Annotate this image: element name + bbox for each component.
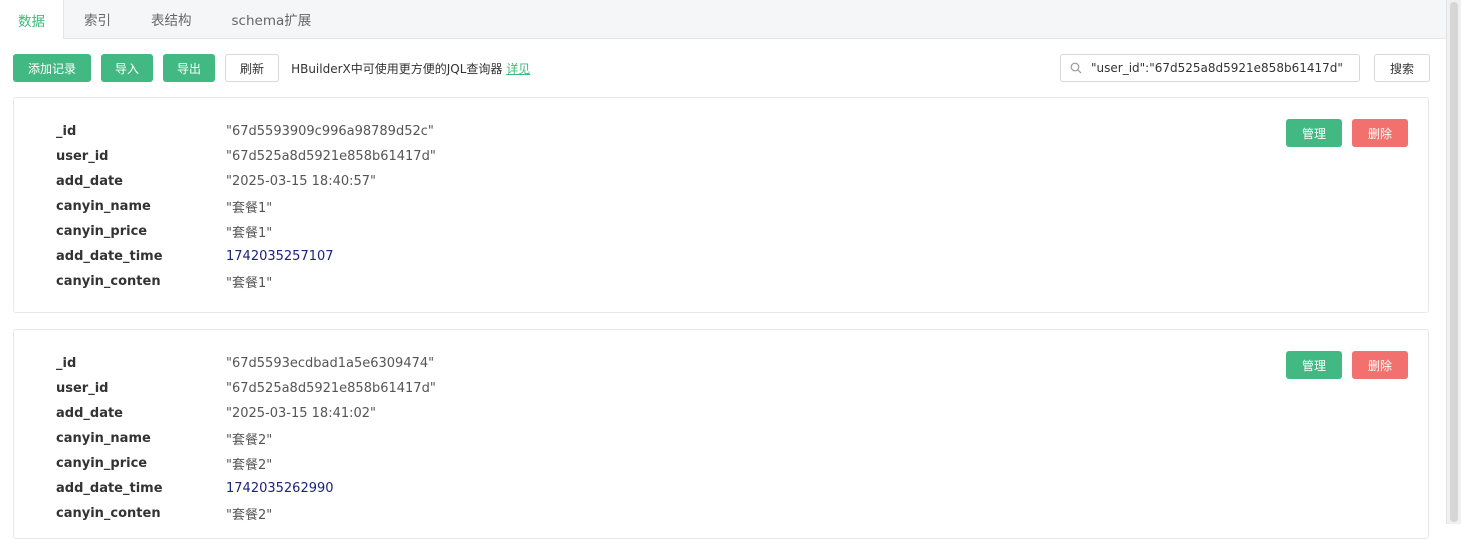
manage-button[interactable]: 管理 <box>1286 119 1342 147</box>
delete-button[interactable]: 删除 <box>1352 351 1408 379</box>
search-box <box>1060 54 1360 82</box>
field-value: "套餐1" <box>226 226 273 241</box>
field-value: "套餐2" <box>226 458 273 473</box>
record-fields: _id "67d5593909c996a98789d52c" user_id "… <box>56 119 436 294</box>
search-input[interactable] <box>1091 61 1359 75</box>
tab-data[interactable]: 数据 <box>0 0 64 39</box>
field-key: user_id <box>56 381 109 396</box>
field-row: canyin_price "套餐2" <box>56 451 436 476</box>
export-button[interactable]: 导出 <box>163 54 216 82</box>
record-actions: 管理 删除 <box>1286 119 1408 147</box>
field-row: canyin_name "套餐2" <box>56 426 436 451</box>
field-key: canyin_conten <box>56 506 161 521</box>
field-row: user_id "67d525a8d5921e858b61417d" <box>56 144 436 169</box>
field-row: canyin_price "套餐1" <box>56 219 436 244</box>
field-value: "套餐1" <box>226 201 273 216</box>
field-key: add_date <box>56 406 123 421</box>
field-row: add_date "2025-03-15 18:41:02" <box>56 401 436 426</box>
field-key: canyin_name <box>56 431 151 446</box>
field-key: add_date_time <box>56 481 163 496</box>
field-row: add_date_time 1742035257107 <box>56 244 436 269</box>
field-value-number: 1742035262990 <box>226 481 334 496</box>
field-row: user_id "67d525a8d5921e858b61417d" <box>56 376 436 401</box>
field-key: canyin_price <box>56 224 148 239</box>
search-icon <box>1061 62 1091 74</box>
field-row: _id "67d5593ecdbad1a5e6309474" <box>56 351 436 376</box>
field-key: _id <box>56 124 77 139</box>
refresh-button[interactable]: 刷新 <box>225 54 280 82</box>
field-row: _id "67d5593909c996a98789d52c" <box>56 119 436 144</box>
field-value: "67d525a8d5921e858b61417d" <box>226 149 436 164</box>
field-value: "套餐2" <box>226 433 273 448</box>
field-value: "套餐1" <box>226 276 273 291</box>
manage-button[interactable]: 管理 <box>1286 351 1342 379</box>
record-card: _id "67d5593909c996a98789d52c" user_id "… <box>13 97 1429 313</box>
record-actions: 管理 删除 <box>1286 351 1408 379</box>
toolbar: 添加记录 导入 导出 刷新 HBuilderX中可使用更方便的JQL查询器 详见 <box>13 54 530 82</box>
vertical-scrollbar[interactable] <box>1446 0 1461 524</box>
tab-bar: 数据 索引 表结构 schema扩展 <box>0 0 1446 39</box>
field-value: "2025-03-15 18:40:57" <box>226 174 377 189</box>
scrollbar-thumb[interactable] <box>1450 2 1458 522</box>
delete-button[interactable]: 删除 <box>1352 119 1408 147</box>
field-row: add_date_time 1742035262990 <box>56 476 436 501</box>
field-row: canyin_name "套餐1" <box>56 194 436 219</box>
field-key: add_date <box>56 174 123 189</box>
field-value: "67d525a8d5921e858b61417d" <box>226 381 436 396</box>
jql-hint-text: HBuilderX中可使用更方便的JQL查询器 <box>291 61 503 76</box>
field-key: _id <box>56 356 77 371</box>
field-row: add_date "2025-03-15 18:40:57" <box>56 169 436 194</box>
search-button[interactable]: 搜索 <box>1374 54 1430 82</box>
jql-details-link[interactable]: 详见 <box>506 62 530 76</box>
field-key: canyin_price <box>56 456 148 471</box>
tab-schema-extension[interactable]: schema扩展 <box>212 0 332 38</box>
field-key: canyin_name <box>56 199 151 214</box>
field-value: "67d5593ecdbad1a5e6309474" <box>226 356 435 371</box>
add-record-button[interactable]: 添加记录 <box>13 54 92 82</box>
field-value: "67d5593909c996a98789d52c" <box>226 124 434 139</box>
field-key: add_date_time <box>56 249 163 264</box>
jql-hint: HBuilderX中可使用更方便的JQL查询器 详见 <box>291 60 530 77</box>
field-row: canyin_conten "套餐1" <box>56 269 436 294</box>
tab-schema[interactable]: 表结构 <box>131 0 212 38</box>
field-key: canyin_conten <box>56 274 161 289</box>
tab-index[interactable]: 索引 <box>64 0 131 38</box>
field-value-number: 1742035257107 <box>226 249 334 264</box>
field-value: "套餐2" <box>226 508 273 523</box>
record-card: _id "67d5593ecdbad1a5e6309474" user_id "… <box>13 329 1429 539</box>
field-key: user_id <box>56 149 109 164</box>
field-value: "2025-03-15 18:41:02" <box>226 406 377 421</box>
field-row: canyin_conten "套餐2" <box>56 501 436 526</box>
record-fields: _id "67d5593ecdbad1a5e6309474" user_id "… <box>56 351 436 526</box>
import-button[interactable]: 导入 <box>101 54 154 82</box>
